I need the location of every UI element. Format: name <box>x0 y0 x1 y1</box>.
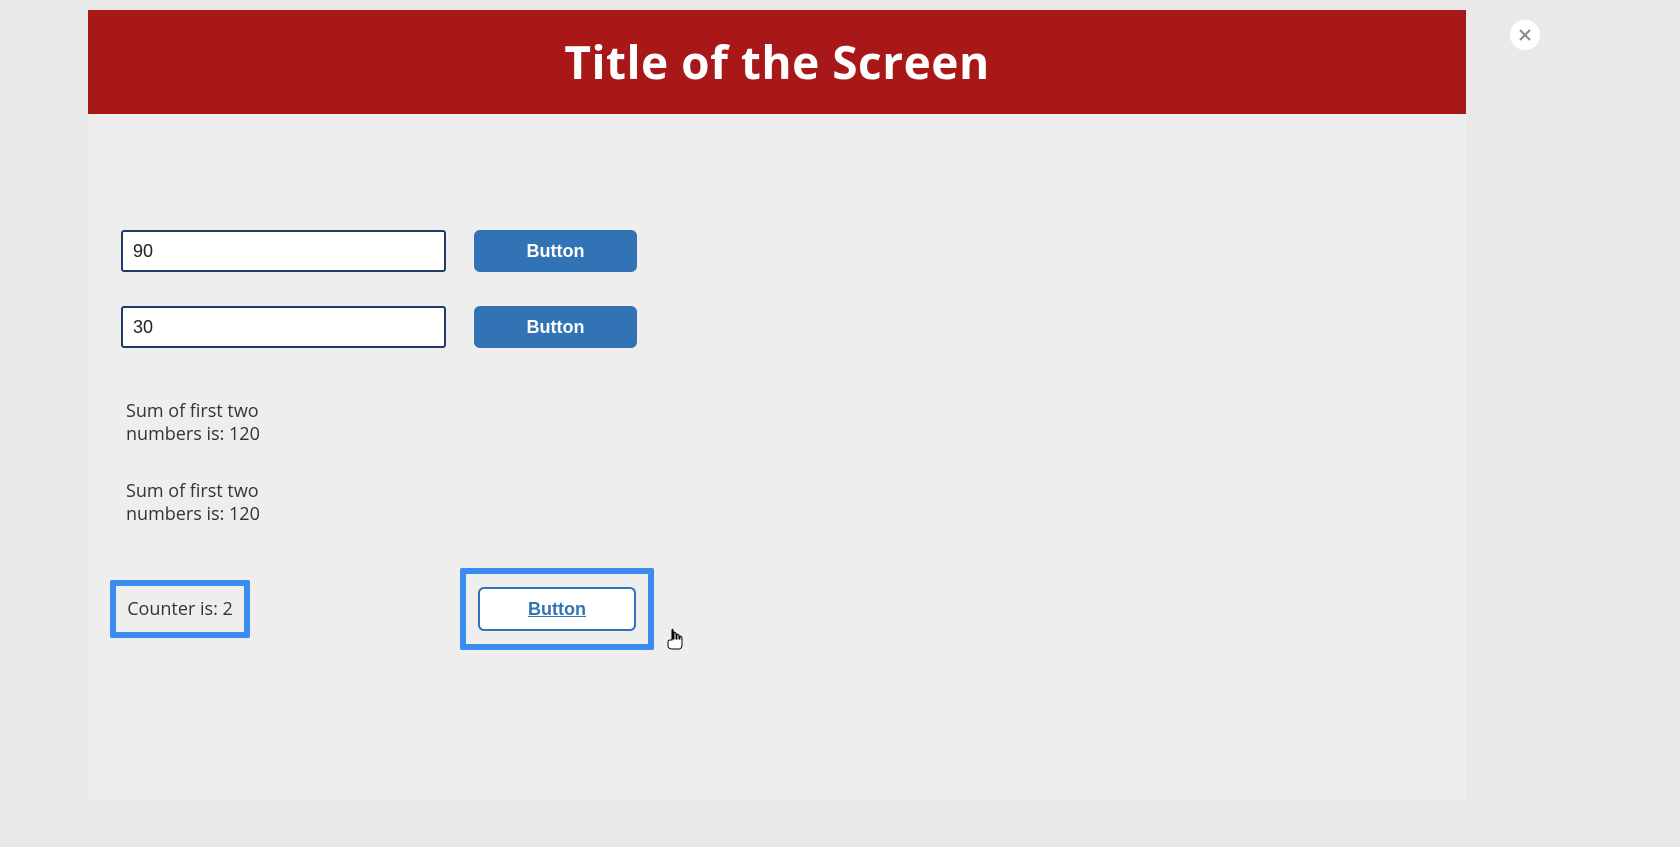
number-input-1[interactable] <box>121 230 446 272</box>
action-button-2[interactable]: Button <box>474 306 637 348</box>
number-input-2[interactable] <box>121 306 446 348</box>
link-cursor-icon <box>667 628 685 650</box>
counter-highlight: Counter is: 2 <box>110 580 250 638</box>
button3-wrap: Button <box>466 574 648 644</box>
input-row-2: Button <box>121 306 637 348</box>
action-button-1[interactable]: Button <box>474 230 637 272</box>
counter-button[interactable]: Button <box>478 587 636 631</box>
sum-result-1: Sum of first two numbers is: 120 <box>126 400 306 447</box>
close-button[interactable] <box>1510 20 1540 50</box>
counter-label: Counter is: 2 <box>116 586 244 632</box>
page-title: Title of the Screen <box>564 31 989 93</box>
sum-result-2: Sum of first two numbers is: 120 <box>126 480 306 527</box>
button3-highlight: Button <box>460 568 654 650</box>
modal-screen: Title of the Screen Button Button Sum of… <box>88 10 1466 800</box>
close-icon <box>1519 24 1531 46</box>
header: Title of the Screen <box>88 10 1466 114</box>
input-row-1: Button <box>121 230 637 272</box>
